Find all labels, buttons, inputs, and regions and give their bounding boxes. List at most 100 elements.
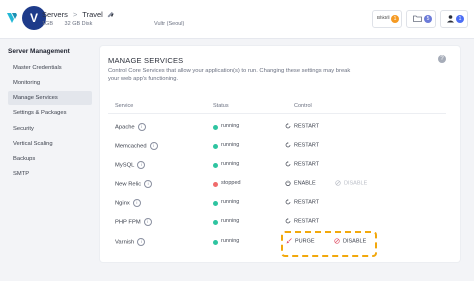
- restart-icon: [285, 161, 291, 167]
- restart-icon: [285, 199, 291, 205]
- status-dot: [213, 163, 218, 168]
- vultr-logo-icon[interactable]: [6, 11, 20, 25]
- breadcrumb-servers[interactable]: Servers: [42, 10, 68, 19]
- disable-button[interactable]: DISABLE: [335, 180, 367, 186]
- service-name: Nginx i: [115, 199, 141, 207]
- notifications-pill[interactable]: Bhktrll 1: [372, 10, 402, 28]
- status-dot: [213, 240, 218, 245]
- status-text: running: [221, 199, 240, 205]
- restart-icon: [285, 123, 291, 129]
- status-dot: [213, 125, 218, 130]
- table-row: MySQL i running RESTART: [100, 156, 460, 175]
- status-text: running: [221, 161, 240, 167]
- service-label: Varnish: [115, 239, 135, 246]
- status-dot: [213, 182, 218, 187]
- folder-icon: [413, 15, 422, 22]
- service-label: MySQL: [115, 162, 135, 169]
- status-text: running: [221, 123, 240, 129]
- service-name: Apache i: [115, 123, 146, 131]
- edit-pencil-icon[interactable]: [107, 11, 114, 18]
- help-icon[interactable]: ?: [438, 55, 446, 63]
- spec-disk: 32 GB Disk: [64, 21, 93, 27]
- restart-label: RESTART: [294, 218, 320, 225]
- service-name: Memcached i: [115, 142, 158, 150]
- status-text: stopped: [221, 180, 241, 186]
- notifications-badge: 1: [391, 15, 399, 23]
- restart-label: RESTART: [294, 142, 320, 149]
- breadcrumb-separator: >: [72, 10, 78, 19]
- sidebar: Server Management Master Credentials Mon…: [0, 39, 96, 281]
- info-icon[interactable]: i: [149, 142, 158, 150]
- service-label: New Relic: [115, 181, 142, 188]
- enable-label: ENABLE: [294, 180, 316, 187]
- table-row: Varnish i running PURGE DISABLE: [100, 233, 460, 252]
- sidebar-item-security[interactable]: Security: [8, 122, 92, 136]
- status-dot: [213, 144, 218, 149]
- status-text: running: [221, 142, 240, 148]
- page-title: MANAGE SERVICES: [108, 56, 184, 65]
- table-row: PHP FPM i running RESTART: [100, 213, 460, 232]
- service-label: PHP FPM: [115, 219, 141, 226]
- sidebar-title: Server Management: [8, 48, 70, 55]
- info-icon[interactable]: i: [132, 199, 141, 207]
- status-dot: [213, 220, 218, 225]
- status-dot: [213, 201, 218, 206]
- top-header: V Servers > Travel ▼ 1GB 32 GB Disk Vult…: [0, 0, 474, 39]
- status-text: running: [221, 218, 240, 224]
- info-icon[interactable]: i: [137, 238, 146, 246]
- service-name: PHP FPM i: [115, 218, 152, 226]
- restart-icon: [285, 142, 291, 148]
- restart-label: RESTART: [294, 161, 320, 168]
- restart-button[interactable]: RESTART: [285, 218, 319, 224]
- sidebar-item-backups[interactable]: Backups: [8, 152, 92, 166]
- restart-label: RESTART: [294, 199, 320, 206]
- server-location: Vultr (Seoul): [154, 21, 185, 27]
- info-icon[interactable]: i: [137, 161, 146, 169]
- sidebar-item-vertical-scaling[interactable]: Vertical Scaling: [8, 137, 92, 151]
- users-badge: 1: [456, 15, 464, 23]
- info-icon[interactable]: i: [143, 218, 152, 226]
- disable-label: DISABLE: [344, 180, 368, 187]
- server-specs: 1GB 32 GB Disk: [42, 21, 102, 27]
- service-label: Apache: [115, 124, 135, 131]
- page-description: Control Core Services that allow your ap…: [108, 68, 351, 82]
- service-name: Varnish i: [115, 238, 146, 246]
- restart-button[interactable]: RESTART: [285, 142, 319, 148]
- files-pill[interactable]: 5: [406, 10, 436, 28]
- breadcrumb: Servers > Travel ▼: [42, 10, 115, 19]
- restart-button[interactable]: RESTART: [285, 123, 319, 129]
- restart-label: RESTART: [294, 123, 320, 130]
- enable-button[interactable]: ENABLE: [285, 180, 316, 186]
- table-row: New Relic i stopped ENABLE DISABLE: [100, 175, 460, 194]
- restart-button[interactable]: RESTART: [285, 161, 319, 167]
- service-name: MySQL i: [115, 161, 146, 169]
- power-icon: [285, 180, 291, 186]
- service-name: New Relic i: [115, 180, 153, 188]
- breadcrumb-current[interactable]: Travel: [82, 10, 103, 19]
- sidebar-item-monitoring[interactable]: Monitoring: [8, 76, 92, 90]
- table-row: Apache i running RESTART: [100, 118, 460, 137]
- table-row: Memcached i running RESTART: [100, 137, 460, 156]
- table-divider: [108, 113, 446, 114]
- status-text: running: [221, 238, 240, 244]
- sidebar-item-settings-packages[interactable]: Settings & Packages: [8, 106, 92, 120]
- restart-icon: [285, 218, 291, 224]
- sidebar-item-manage-services[interactable]: Manage Services: [8, 91, 92, 105]
- header-actions: Bhktrll 1 5 1: [372, 10, 468, 28]
- spec-ram: 1GB: [42, 21, 54, 27]
- highlight-box: [281, 231, 377, 257]
- service-label: Nginx: [115, 200, 130, 207]
- users-pill[interactable]: 1: [440, 10, 468, 28]
- table-row: Nginx i running RESTART: [100, 194, 460, 213]
- restart-button[interactable]: RESTART: [285, 199, 319, 205]
- files-badge: 5: [424, 15, 432, 23]
- disable-icon: [335, 180, 341, 186]
- column-header-status: Status: [213, 103, 229, 109]
- sidebar-item-smtp[interactable]: SMTP: [8, 167, 92, 181]
- manage-services-card: MANAGE SERVICES ? Control Core Services …: [100, 46, 460, 262]
- service-label: Memcached: [115, 143, 147, 150]
- user-icon: [447, 15, 454, 23]
- info-icon[interactable]: i: [144, 180, 153, 188]
- info-icon[interactable]: i: [137, 123, 146, 131]
- sidebar-item-master-credentials[interactable]: Master Credentials: [8, 61, 92, 75]
